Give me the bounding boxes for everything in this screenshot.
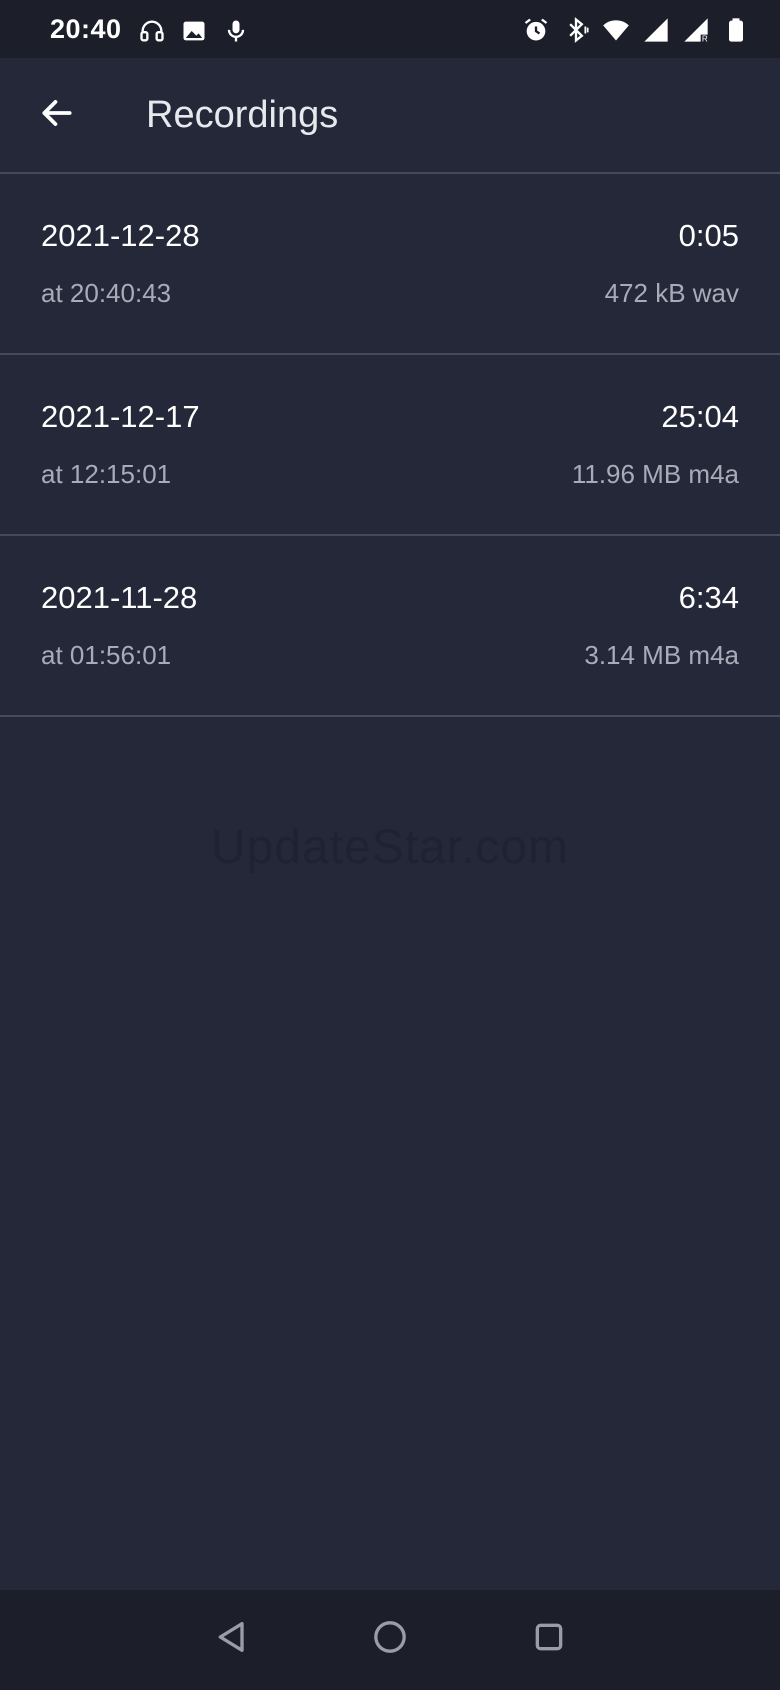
nav-back-button[interactable] <box>209 1616 255 1662</box>
recording-date: 2021-12-28 <box>41 218 200 253</box>
recording-date: 2021-12-17 <box>41 399 200 434</box>
recording-item[interactable]: 2021-12-17 25:04 at 12:15:01 11.96 MB m4… <box>0 355 780 536</box>
recording-duration: 0:05 <box>678 218 739 253</box>
recording-size: 472 kB wav <box>604 278 739 308</box>
page-title: Recordings <box>146 94 339 136</box>
bluetooth-vibrate-icon <box>562 16 590 44</box>
recording-size: 3.14 MB m4a <box>584 640 739 670</box>
battery-icon <box>722 16 750 44</box>
arrow-back-icon <box>38 94 76 137</box>
alarm-icon <box>522 16 550 44</box>
status-bar: 20:40 R <box>0 0 780 58</box>
recording-item[interactable]: 2021-12-28 0:05 at 20:40:43 472 kB wav <box>0 174 780 355</box>
recording-time: at 20:40:43 <box>41 278 172 308</box>
wifi-icon <box>602 16 630 44</box>
headphones-icon <box>138 17 166 45</box>
recording-time: at 01:56:01 <box>41 640 172 670</box>
nav-recents-button[interactable] <box>526 1616 572 1662</box>
navigation-bar <box>0 1590 780 1690</box>
status-right-icons: R <box>522 16 750 44</box>
nav-home-icon <box>370 1617 410 1662</box>
back-button[interactable] <box>30 88 84 142</box>
svg-text:R: R <box>702 35 708 44</box>
recording-date: 2021-11-28 <box>41 580 198 615</box>
recording-size: 11.96 MB m4a <box>571 459 739 489</box>
image-icon <box>180 17 208 45</box>
status-time: 20:40 <box>50 14 122 44</box>
nav-recents-icon <box>529 1617 569 1662</box>
recording-duration: 25:04 <box>661 399 739 434</box>
recording-item[interactable]: 2021-11-28 6:34 at 01:56:01 3.14 MB m4a <box>0 536 780 717</box>
nav-back-icon <box>212 1617 252 1662</box>
app-bar: Recordings <box>0 58 780 174</box>
signal-roaming-icon: R <box>682 16 710 44</box>
microphone-icon <box>222 17 250 45</box>
watermark: UpdateStar.com <box>210 821 570 874</box>
status-left-icons <box>138 17 250 45</box>
recordings-list: 2021-12-28 0:05 at 20:40:43 472 kB wav 2… <box>0 174 780 717</box>
recording-time: at 12:15:01 <box>41 459 172 489</box>
signal-icon <box>642 16 670 44</box>
nav-home-button[interactable] <box>367 1616 413 1662</box>
recording-duration: 6:34 <box>678 580 739 615</box>
